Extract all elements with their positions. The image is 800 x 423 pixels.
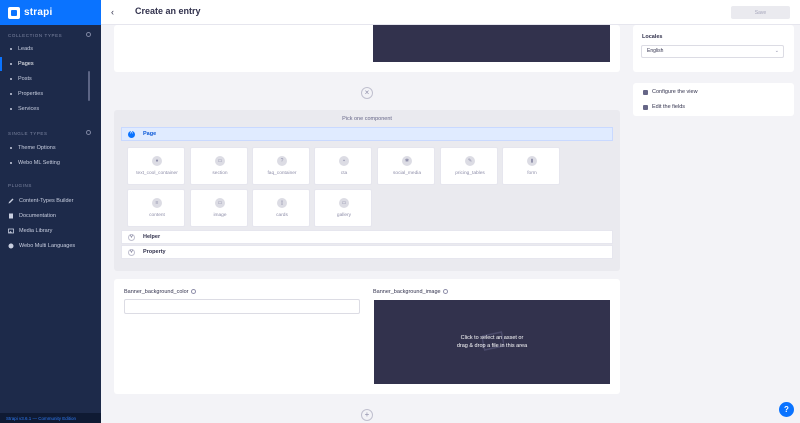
- sidebar-item-webo-ml-setting[interactable]: Webo ML Setting: [0, 156, 101, 170]
- component-gallery[interactable]: ▭ gallery: [314, 189, 372, 227]
- bullet-icon: [10, 93, 12, 95]
- sidebar-scrollbar[interactable]: [88, 71, 90, 101]
- info-icon: [190, 289, 196, 295]
- category-property[interactable]: ˅ Property: [121, 245, 613, 259]
- brand-name: strapi: [24, 7, 53, 18]
- component-faq-container[interactable]: ? faq_container: [252, 147, 310, 185]
- component-social-media[interactable]: ✱ social_media: [377, 147, 435, 185]
- clipboard-icon: ▮: [527, 156, 537, 166]
- chevron-down-icon: ⌄: [774, 48, 779, 54]
- chevron-up-icon: ^: [128, 130, 135, 138]
- category-page[interactable]: ^ Page: [121, 127, 613, 141]
- component-cards[interactable]: ▯ cards: [252, 189, 310, 227]
- strapi-logo-icon: [8, 6, 20, 19]
- pencil-icon: [8, 198, 14, 204]
- pencil-icon: [643, 104, 648, 110]
- chevron-left-icon[interactable]: ‹: [111, 8, 119, 17]
- layout-icon: [643, 89, 648, 95]
- image-icon: [8, 228, 14, 234]
- sidebar-item-pages[interactable]: Pages: [0, 57, 101, 71]
- component-content[interactable]: ≡ content: [127, 189, 185, 227]
- sidebar-item-services[interactable]: Services: [0, 102, 101, 116]
- bg-image-dropzone[interactable]: Click to select an asset or drag & drop …: [374, 300, 610, 384]
- component-image[interactable]: ▭ image: [190, 189, 248, 227]
- page-title: Create an entry: [135, 6, 201, 16]
- locales-label: Locales: [642, 34, 663, 40]
- component-picker: Pick one component ^ Page ● text_cool_con…: [114, 110, 620, 271]
- view-settings-card: [633, 83, 794, 116]
- sidebar-item-properties[interactable]: Properties: [0, 87, 101, 101]
- bg-color-input[interactable]: [124, 299, 360, 314]
- category-helper[interactable]: ˅ Helper: [121, 230, 613, 244]
- sidebar-item-posts[interactable]: Posts: [0, 72, 101, 86]
- gear-icon: ✱: [402, 156, 412, 166]
- component-text-cool-container[interactable]: ● text_cool_container: [127, 147, 185, 185]
- chevron-down-icon: ˅: [128, 233, 135, 241]
- question-icon: ?: [784, 405, 789, 414]
- sidebar-item-theme-options[interactable]: Theme Options: [0, 141, 101, 155]
- component-section[interactable]: ▭ section: [190, 147, 248, 185]
- save-button[interactable]: Save: [731, 6, 790, 19]
- bullet-icon: [10, 78, 12, 80]
- picker-title: Pick one component: [342, 116, 392, 122]
- brand-header[interactable]: strapi: [0, 0, 101, 25]
- cards-icon: ▯: [277, 198, 287, 208]
- add-component-button[interactable]: +: [361, 409, 373, 421]
- single-types-title: Single Types: [8, 131, 48, 136]
- sidebar-item-webo-multi-languages[interactable]: Webo Multi Languages: [0, 239, 101, 253]
- collection-types-title: Collection Types: [8, 33, 63, 38]
- sidebar-item-leads[interactable]: Leads: [0, 42, 101, 56]
- bg-image-label: Banner_background_image: [373, 289, 448, 295]
- comment-icon: ▪: [339, 156, 349, 166]
- sidebar: strapi Collection Types Leads Pages Post…: [0, 0, 101, 423]
- info-icon: [442, 289, 448, 295]
- bullet-icon: [10, 48, 12, 50]
- edit-fields-link[interactable]: Edit the fields: [643, 104, 685, 110]
- bullet-icon: [10, 63, 12, 65]
- gallery-icon: ▭: [339, 198, 349, 208]
- globe-icon: [8, 243, 14, 249]
- bullet-icon: [10, 162, 12, 164]
- bg-color-label: Banner_background_color: [124, 289, 196, 295]
- question-icon: ?: [277, 156, 287, 166]
- previous-component-card: [114, 25, 620, 72]
- component-cta[interactable]: ▪ cta: [314, 147, 372, 185]
- text-icon: ≡: [152, 198, 162, 208]
- collection-search-icon[interactable]: [86, 32, 91, 37]
- sidebar-item-media-library[interactable]: Media Library: [0, 224, 101, 238]
- dropzone-hint-line1: Click to select an asset or: [460, 335, 524, 341]
- previous-media-preview[interactable]: [373, 25, 610, 62]
- locale-select[interactable]: English ⌄: [641, 45, 784, 58]
- version-footer: Strapi v3.6.1 — Community Edition: [0, 413, 101, 423]
- plugins-title: Plugins: [8, 183, 32, 188]
- close-picker-button[interactable]: ×: [361, 87, 373, 99]
- bullet-icon: [10, 147, 12, 149]
- close-icon: ×: [364, 88, 370, 97]
- configure-view-link[interactable]: Configure the view: [643, 89, 698, 95]
- single-search-icon[interactable]: [86, 130, 91, 135]
- chevron-down-icon: ˅: [128, 248, 135, 256]
- help-button[interactable]: ?: [779, 402, 794, 417]
- sidebar-item-content-types-builder[interactable]: Content-Types Builder: [0, 194, 101, 208]
- image-icon: ▭: [215, 198, 225, 208]
- component-icon: ●: [152, 156, 162, 166]
- component-icon: ▭: [215, 156, 225, 166]
- component-form[interactable]: ▮ form: [502, 147, 560, 185]
- bullet-icon: [10, 108, 12, 110]
- component-pricing-tables[interactable]: ✎ pricing_tables: [440, 147, 498, 185]
- dropzone-hint-line2: drag & drop a file in this area: [456, 343, 528, 349]
- document-icon: [9, 213, 13, 219]
- plus-icon: +: [364, 410, 370, 419]
- top-header: ‹ Create an entry Save: [101, 0, 800, 25]
- sidebar-item-documentation[interactable]: Documentation: [0, 209, 101, 223]
- pencil-icon: ✎: [465, 156, 475, 166]
